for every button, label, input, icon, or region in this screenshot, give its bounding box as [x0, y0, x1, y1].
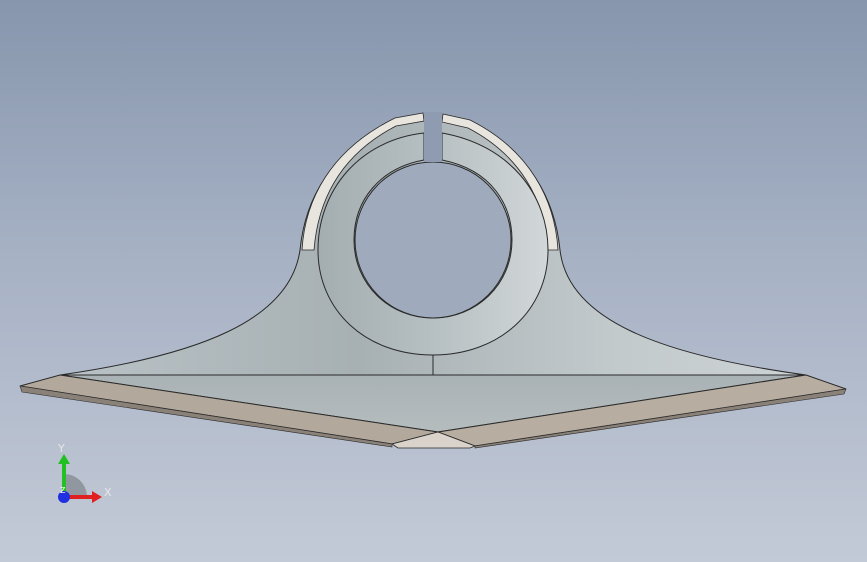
- graphics-viewport[interactable]: Y X Z: [0, 0, 867, 562]
- bore-hole: [354, 161, 512, 319]
- triad-icon: [58, 454, 102, 503]
- ring-gap: [424, 112, 442, 162]
- z-axis-label: Z: [60, 486, 66, 495]
- x-axis-label: X: [104, 486, 112, 499]
- y-axis-label: Y: [58, 442, 65, 455]
- coordinate-triad: Y X Z: [40, 440, 120, 510]
- part-model[interactable]: [0, 0, 867, 562]
